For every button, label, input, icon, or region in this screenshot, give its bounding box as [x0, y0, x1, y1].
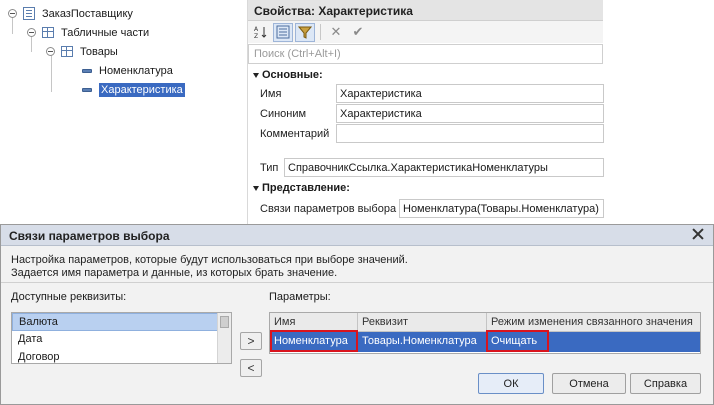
comment-label: Комментарий [260, 128, 330, 140]
document-icon [23, 7, 35, 20]
tree-item-nomenklatura[interactable]: Номенклатура [82, 62, 173, 79]
collapse-icon[interactable] [27, 28, 36, 37]
synonym-label: Синоним [260, 108, 307, 120]
available-attrs-label: Доступные реквизиты: [11, 291, 127, 303]
categories-icon[interactable] [273, 22, 293, 42]
choice-params-dialog: Связи параметров выбора Настройка параме… [0, 224, 714, 405]
metadata-tree: ЗаказПоставщику Табличные части Товары Н… [0, 0, 246, 226]
section-main[interactable]: Основные: [253, 69, 323, 81]
tree-item-tovary[interactable]: Товары [46, 43, 118, 60]
dialog-divider [1, 282, 713, 283]
dialog-description: Настройка параметров, которые будут испо… [11, 254, 408, 280]
params-label: Параметры: [269, 291, 331, 303]
links-field[interactable]: Номенклатура(Товары.Номенклатура) [399, 199, 604, 218]
synonym-field[interactable]: Характеристика [336, 104, 604, 123]
sort-az-icon[interactable]: AZ [251, 23, 271, 42]
tree-item-label: ЗаказПоставщику [42, 7, 133, 20]
close-icon[interactable] [691, 227, 705, 241]
expand-triangle-icon [253, 72, 259, 78]
list-item[interactable]: Дата [12, 331, 231, 349]
clear-icon[interactable]: ✕ [326, 23, 346, 42]
column-header-name[interactable]: Имя [270, 313, 358, 331]
highlight-box-mode [486, 330, 549, 352]
section-main-label: Основные: [262, 69, 323, 81]
properties-title: Свойства: Характеристика [248, 0, 603, 21]
params-table: Имя Реквизит Режим изменения связанного … [269, 312, 701, 354]
column-header-attr[interactable]: Реквизит [358, 313, 487, 331]
section-view-label: Представление: [262, 182, 350, 194]
table-icon [61, 46, 73, 57]
collapse-icon[interactable] [46, 47, 55, 56]
tree-item-harakteristika[interactable]: Характеристика [82, 81, 185, 98]
name-label: Имя [260, 88, 282, 100]
list-scrollbar[interactable] [217, 313, 231, 363]
comment-field[interactable] [336, 124, 604, 143]
add-param-button[interactable]: > [240, 332, 262, 350]
filter-icon[interactable] [295, 22, 315, 42]
list-item-selected[interactable]: Валюта [12, 313, 231, 331]
available-attrs-list[interactable]: Валюта Дата Договор [11, 312, 232, 364]
toolbar-separator [320, 24, 321, 40]
type-field[interactable]: СправочникСсылка.ХарактеристикаНоменклат… [284, 158, 604, 177]
tree-item-label: Номенклатура [99, 64, 173, 77]
attribute-icon [82, 87, 92, 92]
name-field[interactable]: Характеристика [336, 84, 604, 103]
attribute-icon [82, 68, 92, 73]
dialog-title: Связи параметров выбора [9, 229, 170, 243]
expand-triangle-icon [253, 185, 259, 191]
tree-item-label: Товары [80, 45, 118, 58]
tree-item-label: Табличные части [61, 26, 150, 39]
tree-item-zakaz[interactable]: ЗаказПоставщику [8, 5, 133, 22]
help-button[interactable]: Справка [630, 373, 701, 394]
column-header-mode[interactable]: Режим изменения связанного значения [487, 313, 700, 331]
properties-panel: Свойства: Характеристика AZ ✕ ✔ Поиск (C… [247, 0, 604, 226]
cell-attr[interactable]: Товары.Номенклатура [358, 332, 487, 352]
svg-text:A: A [254, 26, 259, 33]
svg-text:Z: Z [254, 33, 258, 39]
description-line-1: Настройка параметров, которые будут испо… [11, 254, 408, 266]
type-label: Тип [260, 162, 279, 174]
tree-item-label-selected: Характеристика [99, 82, 185, 97]
ok-button[interactable]: ОК [478, 373, 544, 394]
description-line-2: Задается имя параметра и данные, из кото… [11, 267, 338, 279]
list-item[interactable]: Договор [12, 349, 231, 363]
dialog-title-bar: Связи параметров выбора [1, 225, 713, 246]
links-label: Связи параметров выбора [260, 203, 397, 215]
collapse-icon[interactable] [8, 9, 17, 18]
highlight-box-name [270, 330, 358, 352]
table-icon [42, 27, 54, 38]
tree-item-tabular-parts[interactable]: Табличные части [27, 24, 149, 41]
properties-search-input[interactable]: Поиск (Ctrl+Alt+I) [248, 44, 603, 64]
section-view[interactable]: Представление: [253, 182, 350, 194]
cancel-button[interactable]: Отмена [552, 373, 626, 394]
table-row[interactable]: Номенклатура Товары.Номенклатура Очищать [270, 330, 700, 352]
scrollbar-thumb[interactable] [220, 316, 229, 328]
properties-toolbar: AZ ✕ ✔ [248, 21, 603, 43]
check-icon[interactable]: ✔ [348, 23, 368, 42]
remove-param-button[interactable]: < [240, 359, 262, 377]
